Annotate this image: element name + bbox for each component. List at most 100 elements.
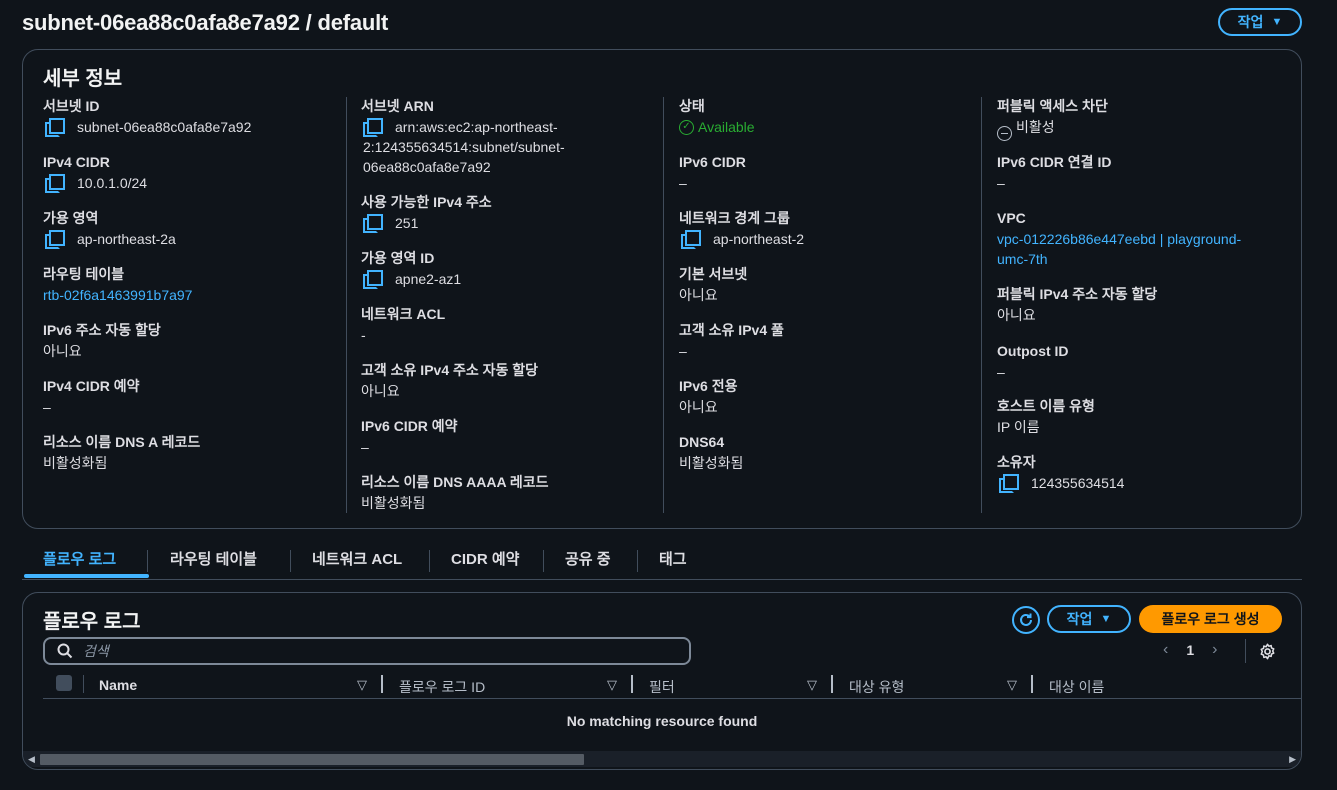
tab-sharing[interactable]: 공유 중: [565, 548, 611, 578]
field-state: 상태 ✓ Available: [679, 97, 979, 137]
vpc-line: umc-7th: [997, 251, 1048, 267]
field-label: 리소스 이름 DNS AAAA 레코드: [361, 474, 549, 490]
tab-route-table[interactable]: 라우팅 테이블: [170, 548, 257, 578]
scroll-right-arrow-icon[interactable]: ▶: [1289, 754, 1296, 765]
field-value: –: [679, 175, 687, 191]
details-title: 세부 정보: [43, 68, 123, 90]
flow-logs-panel: 플로우 로그 작업 ▼ 플로우 로그 생성 검색 ‹ 1 › Name ▽ 플로…: [22, 592, 1302, 770]
copy-icon[interactable]: [681, 230, 701, 249]
flow-logs-actions-label: 작업: [1066, 611, 1093, 627]
copy-icon[interactable]: [45, 230, 65, 249]
horizontal-scrollbar[interactable]: ◀ ▶: [23, 751, 1301, 767]
column-header-filter[interactable]: 필터: [649, 677, 675, 697]
copy-icon[interactable]: [45, 118, 65, 137]
field-availability-zone: 가용 영역 ap-northeast-2a: [43, 209, 343, 249]
sort-icon[interactable]: ▽: [357, 677, 367, 693]
field-value: –: [43, 399, 51, 415]
actions-button[interactable]: 작업 ▼: [1218, 8, 1302, 36]
column-resize-handle[interactable]: [381, 675, 383, 693]
field-value: ap-northeast-2: [713, 231, 805, 247]
copy-icon[interactable]: [45, 174, 65, 193]
search-input[interactable]: 검색: [43, 637, 691, 665]
column-header-name[interactable]: Name: [99, 677, 137, 693]
field-label: 네트워크 경계 그룹: [679, 210, 790, 226]
column-divider: [981, 97, 982, 513]
column-header-destination-name[interactable]: 대상 이름: [1049, 677, 1104, 697]
chevron-left-icon[interactable]: ‹: [1163, 641, 1168, 659]
sort-icon[interactable]: ▽: [607, 677, 617, 693]
field-subnet-arn: 서브넷 ARN arn:aws:ec2:ap-northeast- 2:12435…: [361, 97, 661, 177]
field-value: subnet-06ea88c0afa8e7a92: [77, 119, 252, 135]
gear-icon[interactable]: [1259, 643, 1276, 660]
field-ipv4-cidr-reservation: IPv4 CIDR 예약 –: [43, 377, 343, 417]
field-dns-a-record: 리소스 이름 DNS A 레코드 비활성화됨: [43, 433, 343, 473]
field-az-id: 가용 영역 ID apne2-az1: [361, 249, 661, 289]
select-all-checkbox[interactable]: [56, 675, 72, 691]
field-owner: 소유자 124355634514: [997, 453, 1297, 493]
field-value: 비활성화됨: [679, 455, 744, 471]
flow-logs-actions-button[interactable]: 작업 ▼: [1047, 605, 1131, 633]
field-label: IPv4 CIDR: [43, 154, 110, 170]
pagination: ‹ 1 ›: [1163, 641, 1217, 659]
field-subnet-id: 서브넷 ID subnet-06ea88c0afa8e7a92: [43, 97, 343, 137]
copy-icon[interactable]: [363, 270, 383, 289]
field-customer-ipv4-auto-assign: 고객 소유 IPv4 주소 자동 할당 아니요: [361, 361, 661, 401]
field-network-acl: 네트워크 ACL -: [361, 305, 661, 345]
field-label: IPv6 CIDR 예약: [361, 418, 458, 434]
column-header-destination-type[interactable]: 대상 유형: [849, 677, 904, 697]
column-header-flow-log-id[interactable]: 플로우 로그 ID: [399, 677, 485, 697]
tab-divider: [429, 550, 430, 572]
field-label: 가용 영역 ID: [361, 250, 435, 266]
sort-icon[interactable]: ▽: [1007, 677, 1017, 693]
caret-down-icon: ▼: [1271, 16, 1283, 28]
copy-icon[interactable]: [999, 474, 1019, 493]
copy-icon[interactable]: [363, 214, 383, 233]
field-route-table: 라우팅 테이블 rtb-02f6a1463991b7a97: [43, 265, 343, 305]
field-vpc: VPC vpc-012226b86e447eebd | playground-u…: [997, 209, 1297, 269]
minus-circle-icon: [997, 125, 1012, 141]
table-header: Name ▽ 플로우 로그 ID ▽ 필터 ▽ 대상 유형 ▽ 대상 이름: [43, 669, 1301, 699]
route-table-link[interactable]: rtb-02f6a1463991b7a97: [43, 285, 343, 305]
field-label: 가용 영역: [43, 210, 99, 226]
page-title: subnet-06ea88c0afa8e7a92 / default: [22, 10, 389, 35]
caret-down-icon: ▼: [1100, 613, 1112, 625]
current-page[interactable]: 1: [1186, 642, 1194, 658]
field-label: 서브넷 ID: [43, 98, 100, 114]
vpc-link[interactable]: vpc-012226b86e447eebd | playground-umc-7…: [997, 229, 1297, 269]
scrollbar-thumb[interactable]: [40, 754, 584, 765]
field-label: 소유자: [997, 454, 1036, 470]
tab-tags[interactable]: 태그: [659, 548, 687, 578]
field-label: IPv4 CIDR 예약: [43, 378, 140, 394]
column-resize-handle[interactable]: [1031, 675, 1033, 693]
scroll-left-arrow-icon[interactable]: ◀: [28, 754, 35, 765]
tab-divider: [637, 550, 638, 572]
column-resize-handle[interactable]: [831, 675, 833, 693]
column-resize-handle[interactable]: [631, 675, 633, 693]
tab-network-acl[interactable]: 네트워크 ACL: [312, 548, 402, 578]
field-dns64: DNS64 비활성화됨: [679, 433, 979, 473]
field-label: 라우팅 테이블: [43, 266, 125, 282]
field-block-public-access: 퍼블릭 액세스 차단 비활성: [997, 97, 1297, 141]
create-flow-log-button[interactable]: 플로우 로그 생성: [1139, 605, 1282, 633]
field-label: 호스트 이름 유형: [997, 398, 1095, 414]
search-icon: [57, 643, 73, 659]
sort-icon[interactable]: ▽: [807, 677, 817, 693]
arn-line: 2:124355634514:subnet/subnet-: [363, 139, 565, 155]
field-label: 서브넷 ARN: [361, 98, 434, 114]
field-label: 기본 서브넷: [679, 266, 748, 282]
vpc-line: vpc-012226b86e447eebd | playground-: [997, 231, 1242, 247]
arn-line: arn:aws:ec2:ap-northeast-: [395, 119, 558, 135]
field-dns-aaaa-record: 리소스 이름 DNS AAAA 레코드 비활성화됨: [361, 473, 661, 513]
copy-icon[interactable]: [363, 118, 383, 137]
field-value: 아니요: [43, 343, 82, 359]
field-value: –: [361, 439, 369, 455]
page-header: subnet-06ea88c0afa8e7a92 / default 작업 ▼: [22, 8, 1302, 36]
tab-cidr-reservation[interactable]: CIDR 예약: [451, 548, 519, 578]
refresh-icon: [1020, 613, 1032, 626]
field-label: VPC: [997, 210, 1026, 226]
flow-logs-title: 플로우 로그: [43, 611, 141, 633]
refresh-button[interactable]: [1012, 606, 1040, 634]
active-tab-indicator: [24, 574, 149, 578]
field-network-border-group: 네트워크 경계 그룹 ap-northeast-2: [679, 209, 979, 249]
chevron-right-icon[interactable]: ›: [1212, 641, 1217, 659]
